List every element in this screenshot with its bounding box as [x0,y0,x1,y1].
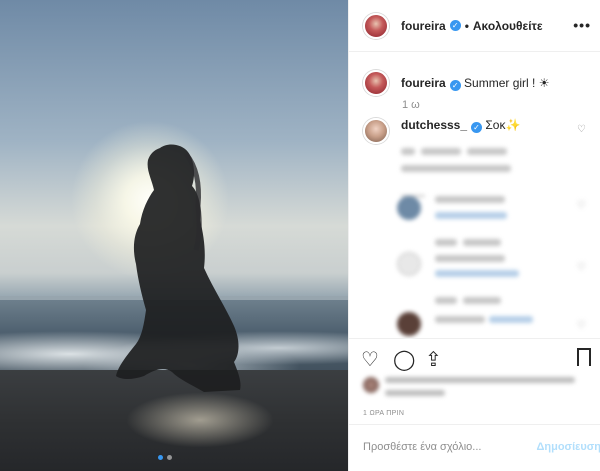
caption-time: 1 ω [402,99,420,111]
add-comment-bar: Προσθέστε ένα σχόλιο... Δημοσίευση [349,424,600,471]
author-username[interactable]: foureira [401,19,446,33]
post-sidebar: foureira ✓ • Ακολουθείτε ••• foureira ✓ S… [348,0,600,471]
comment-item: dutchesss_ ✓ Σοκ✨ [363,118,520,144]
post-comment-button[interactable]: Δημοσίευση [536,441,600,453]
comment-input[interactable]: Προσθέστε ένα σχόλιο... [363,441,481,453]
verified-icon: ✓ [471,122,483,133]
like-comment-icon[interactable]: ♡ [577,124,587,135]
comment-body: dutchesss_ ✓ Σοκ✨ [401,118,520,133]
verified-icon: ✓ [449,20,461,31]
carousel-dots [158,455,172,460]
follow-status-button[interactable]: Ακολουθείτε [473,19,543,33]
carousel-dot [167,455,172,460]
share-icon[interactable]: ⇪ [425,347,442,372]
caption-body: foureira ✓ Summer girl ! ☀ [401,76,549,91]
likes-summary[interactable] [363,377,575,396]
post-photo[interactable] [0,0,348,471]
comments-list[interactable]: foureira ✓ Summer girl ! ☀ 1 ω dutchesss_… [349,52,600,338]
comment-text: Σοκ✨ [485,118,521,132]
liker-avatar [363,377,379,393]
caption: foureira ✓ Summer girl ! ☀ [363,70,549,96]
caption-text: Summer girl ! ☀ [464,75,550,90]
caption-avatar[interactable] [363,70,389,96]
comment-username[interactable]: dutchesss_ [401,118,467,132]
more-options-icon[interactable]: ••• [573,17,591,33]
comment-icon[interactable]: ◯ [393,347,415,372]
commenter-avatar[interactable] [363,118,389,144]
caption-username[interactable]: foureira [401,76,446,90]
post-timestamp: 1 ΩΡΑ ΠΡΙΝ [363,410,405,417]
bookmark-icon[interactable] [577,348,591,368]
post-actions: ♡ ◯ ⇪ 1 ΩΡΑ ΠΡΙΝ [349,338,600,438]
post-header: foureira ✓ • Ακολουθείτε ••• [349,0,600,52]
header-separator: • [464,18,469,33]
like-icon[interactable]: ♡ [361,347,379,372]
verified-icon: ✓ [449,79,461,91]
author-avatar[interactable] [363,12,389,39]
carousel-dot-active [158,455,163,460]
woman-silhouette [116,144,241,392]
